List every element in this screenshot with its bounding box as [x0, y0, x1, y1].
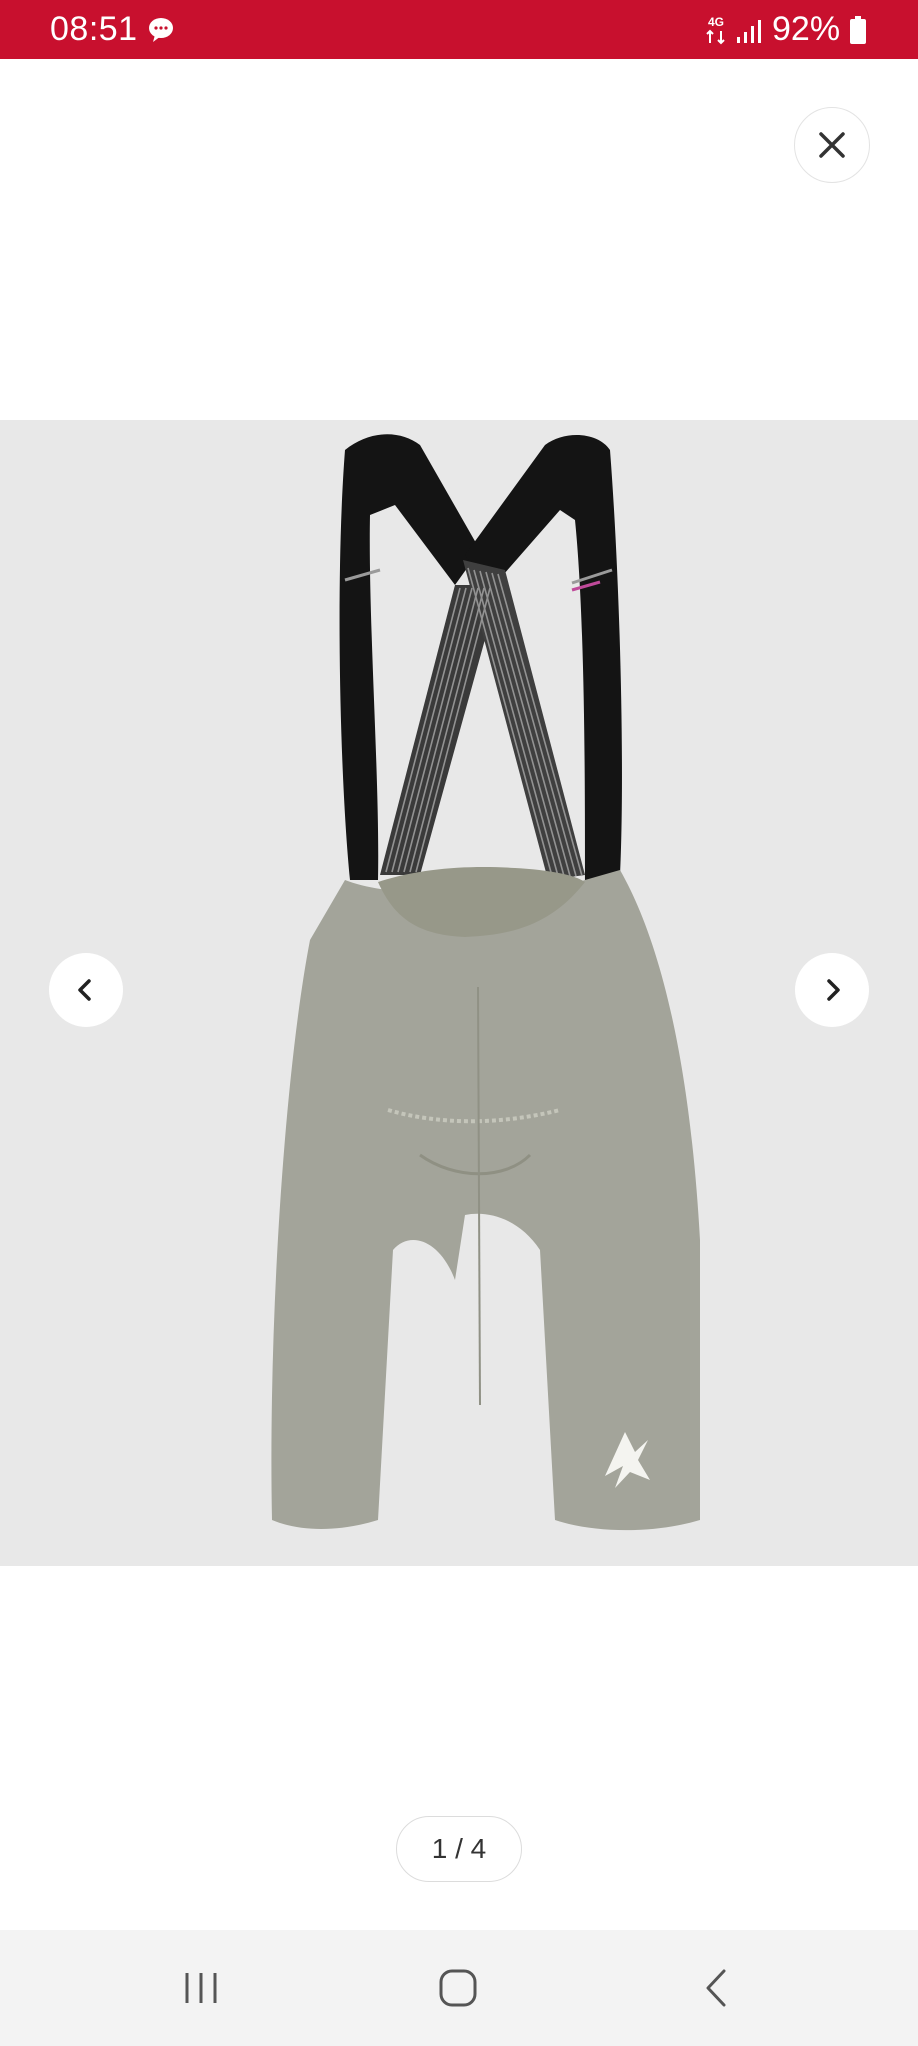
chevron-left-icon: [78, 979, 91, 1001]
home-button[interactable]: [398, 1930, 518, 2046]
home-icon: [439, 1969, 477, 2007]
close-icon: [819, 132, 845, 158]
image-viewer-screen: 08:51 4G 92% 1 / 4: [0, 0, 918, 2046]
product-image-stage: [0, 420, 918, 1566]
battery-percentage: 92%: [772, 10, 841, 48]
network-label: 4G: [708, 15, 724, 29]
recents-button[interactable]: [141, 1930, 261, 2046]
network-type-icon: 4G: [703, 14, 729, 46]
recents-icon: [185, 1973, 217, 2003]
image-pager: 1 / 4: [396, 1816, 522, 1882]
shorts-body: [271, 870, 700, 1531]
signal-strength-icon: [735, 18, 765, 44]
status-time: 08:51: [50, 10, 138, 48]
back-icon: [706, 1969, 726, 2007]
mesh-band-right: [463, 560, 585, 880]
product-image-bib-shorts: [271, 434, 700, 1531]
close-button[interactable]: [794, 107, 870, 183]
back-button[interactable]: [656, 1930, 776, 2046]
previous-image-button[interactable]: [49, 953, 123, 1027]
system-navigation-bar: [0, 1930, 918, 2046]
chat-notification-icon: [147, 17, 175, 43]
chevron-right-icon: [827, 979, 840, 1001]
status-bar: 08:51 4G 92%: [0, 0, 918, 59]
next-image-button[interactable]: [795, 953, 869, 1027]
battery-icon: [849, 16, 867, 44]
